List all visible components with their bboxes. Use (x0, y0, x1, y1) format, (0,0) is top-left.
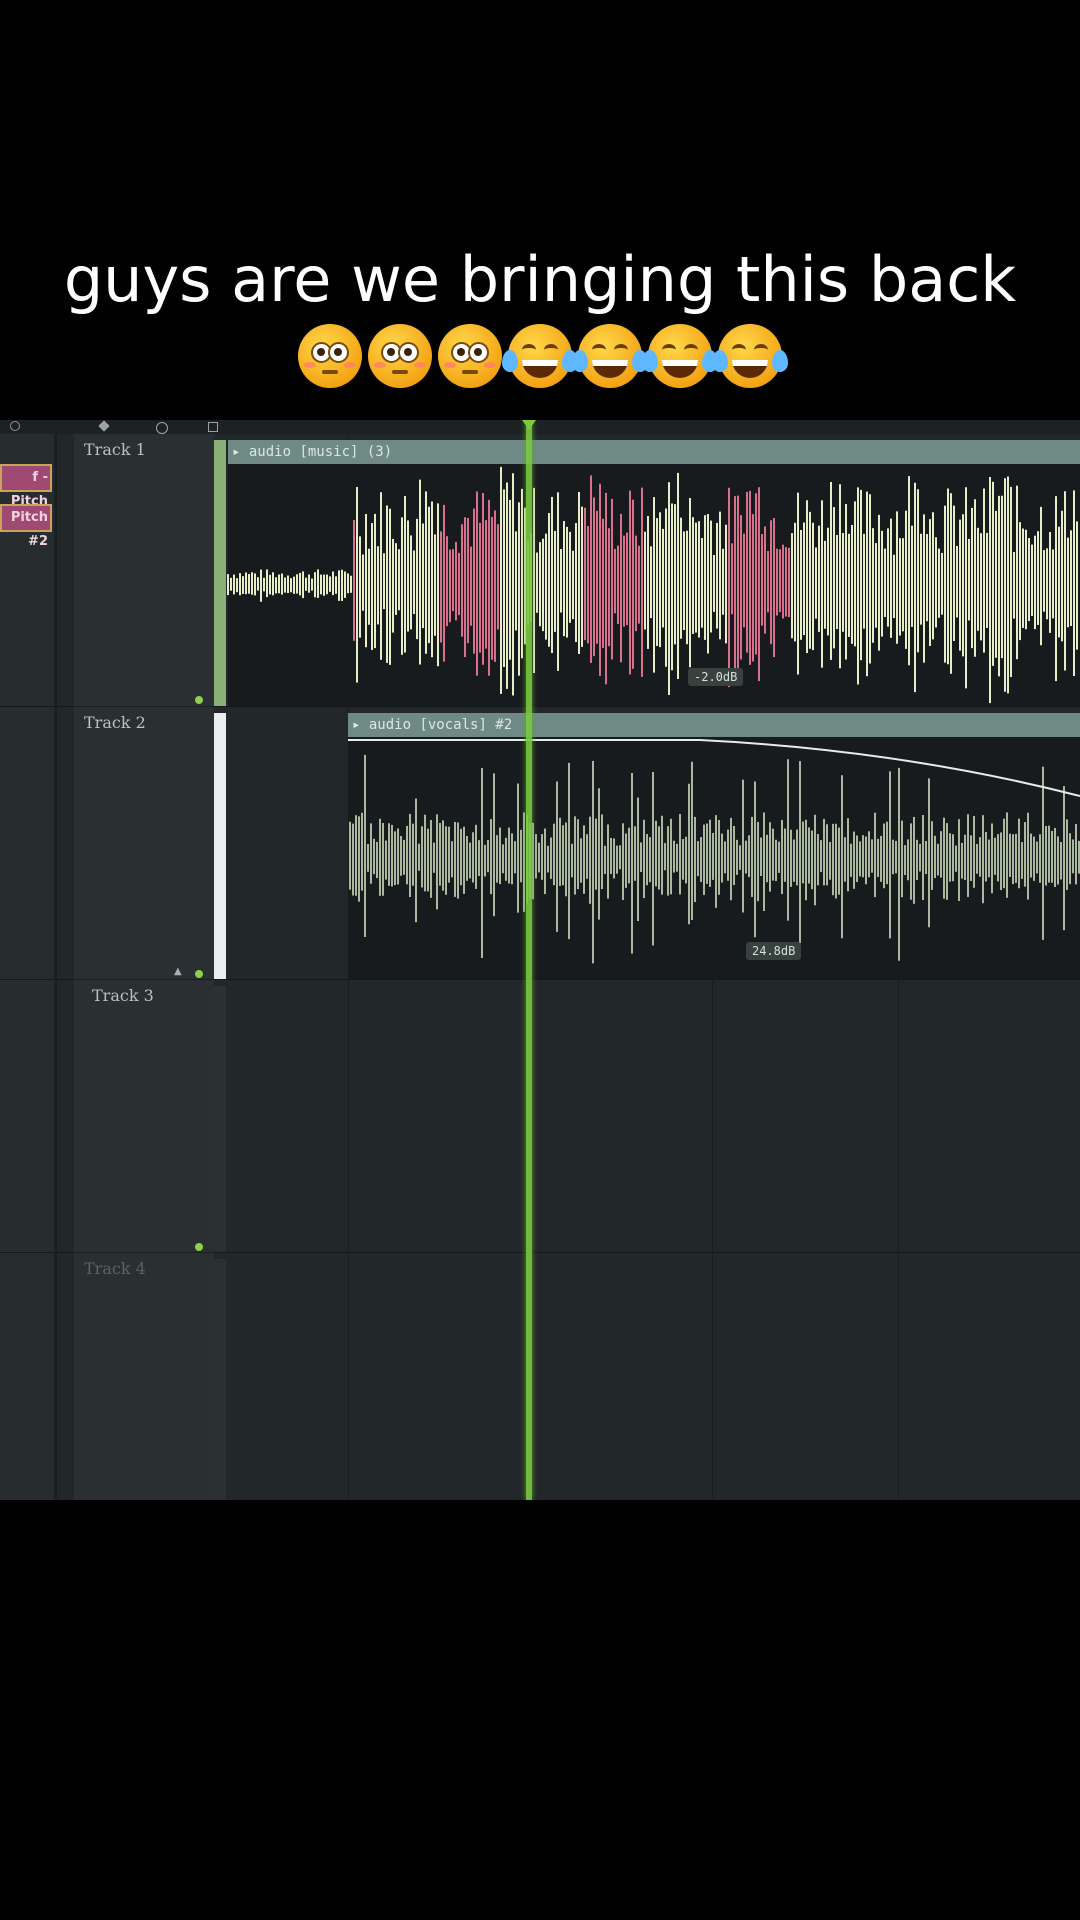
clip-1-volume-badge: -2.0dB (688, 668, 744, 686)
volume-envelope-line[interactable] (348, 739, 1080, 797)
clip-2-volume-badge: 24.8dB (746, 942, 802, 960)
caption-text: guys are we bringing this back (63, 243, 1017, 316)
vocals-waveform (349, 754, 1080, 964)
daw-playlist-screenshot: f - Pitch Pitch #2 Track 1 Track 2 Track… (0, 420, 1080, 1500)
caption-emoji-row (0, 324, 1080, 388)
playhead-marker-icon[interactable] (522, 420, 536, 430)
flushed-face-icon (298, 324, 362, 388)
music-waveform (227, 466, 1078, 704)
flushed-face-icon (368, 324, 432, 388)
playhead-line[interactable] (526, 420, 532, 1500)
tears-of-joy-icon (712, 324, 788, 388)
tears-of-joy-icon (572, 324, 648, 388)
tears-of-joy-icon (642, 324, 718, 388)
waveform-layer (227, 466, 1080, 964)
tears-of-joy-icon (502, 324, 578, 388)
video-caption: guys are we bringing this back (0, 240, 1080, 388)
flushed-face-icon (438, 324, 502, 388)
